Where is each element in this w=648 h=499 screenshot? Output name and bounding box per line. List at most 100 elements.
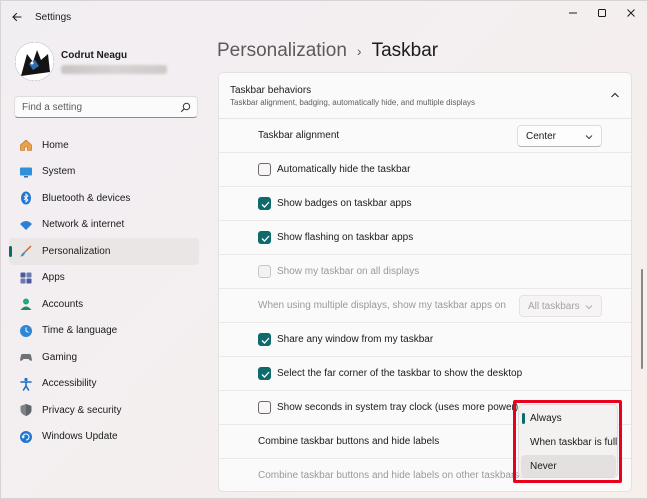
sidebar-item-windows-update[interactable]: Windows Update — [9, 424, 199, 451]
person-icon — [20, 298, 32, 311]
sidebar-nav: Home System Bluetooth & devices Network … — [9, 132, 199, 450]
close-icon — [627, 9, 635, 17]
section-title: Taskbar behaviors — [230, 85, 312, 96]
flashing-row: Show flashing on taskbar apps — [219, 221, 631, 255]
seconds-label: Show seconds in system tray clock (uses … — [277, 402, 519, 413]
sidebar-item-label: Personalization — [42, 245, 111, 257]
maximize-icon — [598, 9, 606, 17]
auto-hide-label: Automatically hide the taskbar — [277, 164, 411, 175]
chevron-up-icon[interactable] — [610, 91, 620, 99]
page-title: Taskbar — [371, 40, 439, 61]
sidebar-item-label: Windows Update — [42, 431, 118, 443]
option-always[interactable]: Always — [521, 407, 616, 429]
globe-clock-icon — [20, 324, 32, 337]
checkmark-icon — [261, 235, 270, 242]
sidebar-item-label: Home — [42, 139, 69, 151]
option-label: Always — [530, 413, 562, 424]
app-title: Settings — [35, 12, 72, 23]
search-box[interactable]: Find a setting — [14, 96, 198, 118]
badges-row: Show badges on taskbar apps — [219, 187, 631, 221]
search-input[interactable]: Find a setting — [22, 102, 82, 113]
arrow-left-icon — [12, 12, 22, 22]
sidebar-item-label: Gaming — [42, 351, 78, 363]
sidebar-item-system[interactable]: System — [9, 159, 199, 186]
sidebar-item-privacy[interactable]: Privacy & security — [9, 397, 199, 424]
multi-display-row: When using multiple displays, show my ta… — [219, 289, 631, 323]
option-label: Never — [530, 461, 557, 472]
breadcrumb: Personalization › Taskbar — [217, 40, 438, 62]
multi-display-dropdown[interactable]: All taskbars — [519, 295, 602, 317]
sidebar-item-label: Network & internet — [42, 219, 125, 231]
combine-other-label: Combine taskbar buttons and hide labels … — [258, 470, 520, 481]
dropdown-value: All taskbars — [528, 301, 580, 312]
user-name: Codrut Neagu — [61, 50, 128, 61]
chevron-down-icon — [585, 135, 593, 140]
flashing-label: Show flashing on taskbar apps — [277, 232, 414, 243]
breadcrumb-separator: › — [356, 43, 362, 59]
multi-display-label: When using multiple displays, show my ta… — [258, 300, 506, 311]
bluetooth-icon — [21, 191, 31, 205]
breadcrumb-parent[interactable]: Personalization — [217, 40, 347, 62]
gamepad-icon — [20, 354, 32, 362]
title-bar: Settings — [1, 1, 647, 33]
flashing-checkbox[interactable] — [258, 231, 271, 244]
checkmark-icon — [261, 371, 270, 378]
blurred-email — [61, 65, 167, 74]
sidebar-item-gaming[interactable]: Gaming — [9, 344, 199, 371]
sidebar-item-accounts[interactable]: Accounts — [9, 291, 199, 318]
auto-hide-checkbox[interactable] — [258, 163, 271, 176]
sidebar-item-personalization[interactable]: Personalization — [9, 238, 199, 265]
option-never[interactable]: Never — [521, 455, 616, 477]
sidebar-item-label: System — [42, 166, 76, 178]
sidebar-item-label: Accessibility — [42, 378, 97, 390]
all-displays-label: Show my taskbar on all displays — [277, 266, 420, 277]
auto-hide-row: Automatically hide the taskbar — [219, 153, 631, 187]
combine-label: Combine taskbar buttons and hide labels — [258, 436, 440, 447]
sidebar-item-bluetooth[interactable]: Bluetooth & devices — [9, 185, 199, 212]
sidebar-item-apps[interactable]: Apps — [9, 265, 199, 292]
taskbar-alignment-dropdown[interactable]: Center — [517, 125, 602, 147]
far-corner-checkbox[interactable] — [258, 367, 271, 380]
share-window-row: Share any window from my taskbar — [219, 323, 631, 357]
sidebar-item-network[interactable]: Network & internet — [9, 212, 199, 239]
option-when-full[interactable]: When taskbar is full — [521, 431, 618, 453]
avatar[interactable] — [15, 42, 54, 81]
sidebar-item-label: Privacy & security — [42, 404, 122, 416]
shield-icon — [20, 404, 32, 417]
checkmark-icon — [261, 201, 270, 208]
minimize-icon — [569, 12, 577, 14]
share-window-checkbox[interactable] — [258, 333, 271, 346]
maximize-button[interactable] — [589, 5, 615, 21]
sidebar-item-home[interactable]: Home — [9, 132, 199, 159]
share-window-label: Share any window from my taskbar — [277, 334, 434, 345]
checkmark-icon — [261, 337, 270, 344]
taskbar-alignment-row: Taskbar alignment Center — [219, 119, 631, 153]
option-label: When taskbar is full — [530, 437, 618, 448]
settings-window: Settings Codrut Neagu Find a setting Hom… — [0, 0, 648, 499]
scrollbar-thumb[interactable] — [641, 269, 643, 369]
all-displays-row: Show my taskbar on all displays — [219, 255, 631, 289]
sidebar-item-accessibility[interactable]: Accessibility — [9, 371, 199, 398]
seconds-checkbox[interactable] — [258, 401, 271, 414]
minimize-button[interactable] — [560, 5, 586, 21]
sidebar-item-label: Time & language — [42, 325, 118, 337]
accessibility-icon — [20, 377, 32, 391]
close-button[interactable] — [618, 5, 644, 21]
back-button[interactable] — [9, 9, 25, 25]
wifi-icon — [20, 220, 32, 230]
sidebar-item-label: Apps — [42, 272, 65, 284]
sidebar-item-label: Bluetooth & devices — [42, 192, 131, 204]
badges-label: Show badges on taskbar apps — [277, 198, 412, 209]
sidebar-item-label: Accounts — [42, 298, 84, 310]
section-subtitle: Taskbar alignment, badging, automaticall… — [230, 98, 476, 107]
update-icon — [20, 430, 32, 443]
all-displays-checkbox[interactable] — [258, 265, 271, 278]
section-header[interactable]: Taskbar behaviors Taskbar alignment, bad… — [219, 73, 631, 119]
apps-icon — [20, 272, 32, 284]
search-icon — [180, 102, 191, 113]
chevron-down-icon — [585, 305, 593, 310]
far-corner-label: Select the far corner of the taskbar to … — [277, 368, 523, 379]
badges-checkbox[interactable] — [258, 197, 271, 210]
sidebar-item-time-language[interactable]: Time & language — [9, 318, 199, 345]
combine-options-menu: Always When taskbar is full Never — [518, 404, 618, 478]
